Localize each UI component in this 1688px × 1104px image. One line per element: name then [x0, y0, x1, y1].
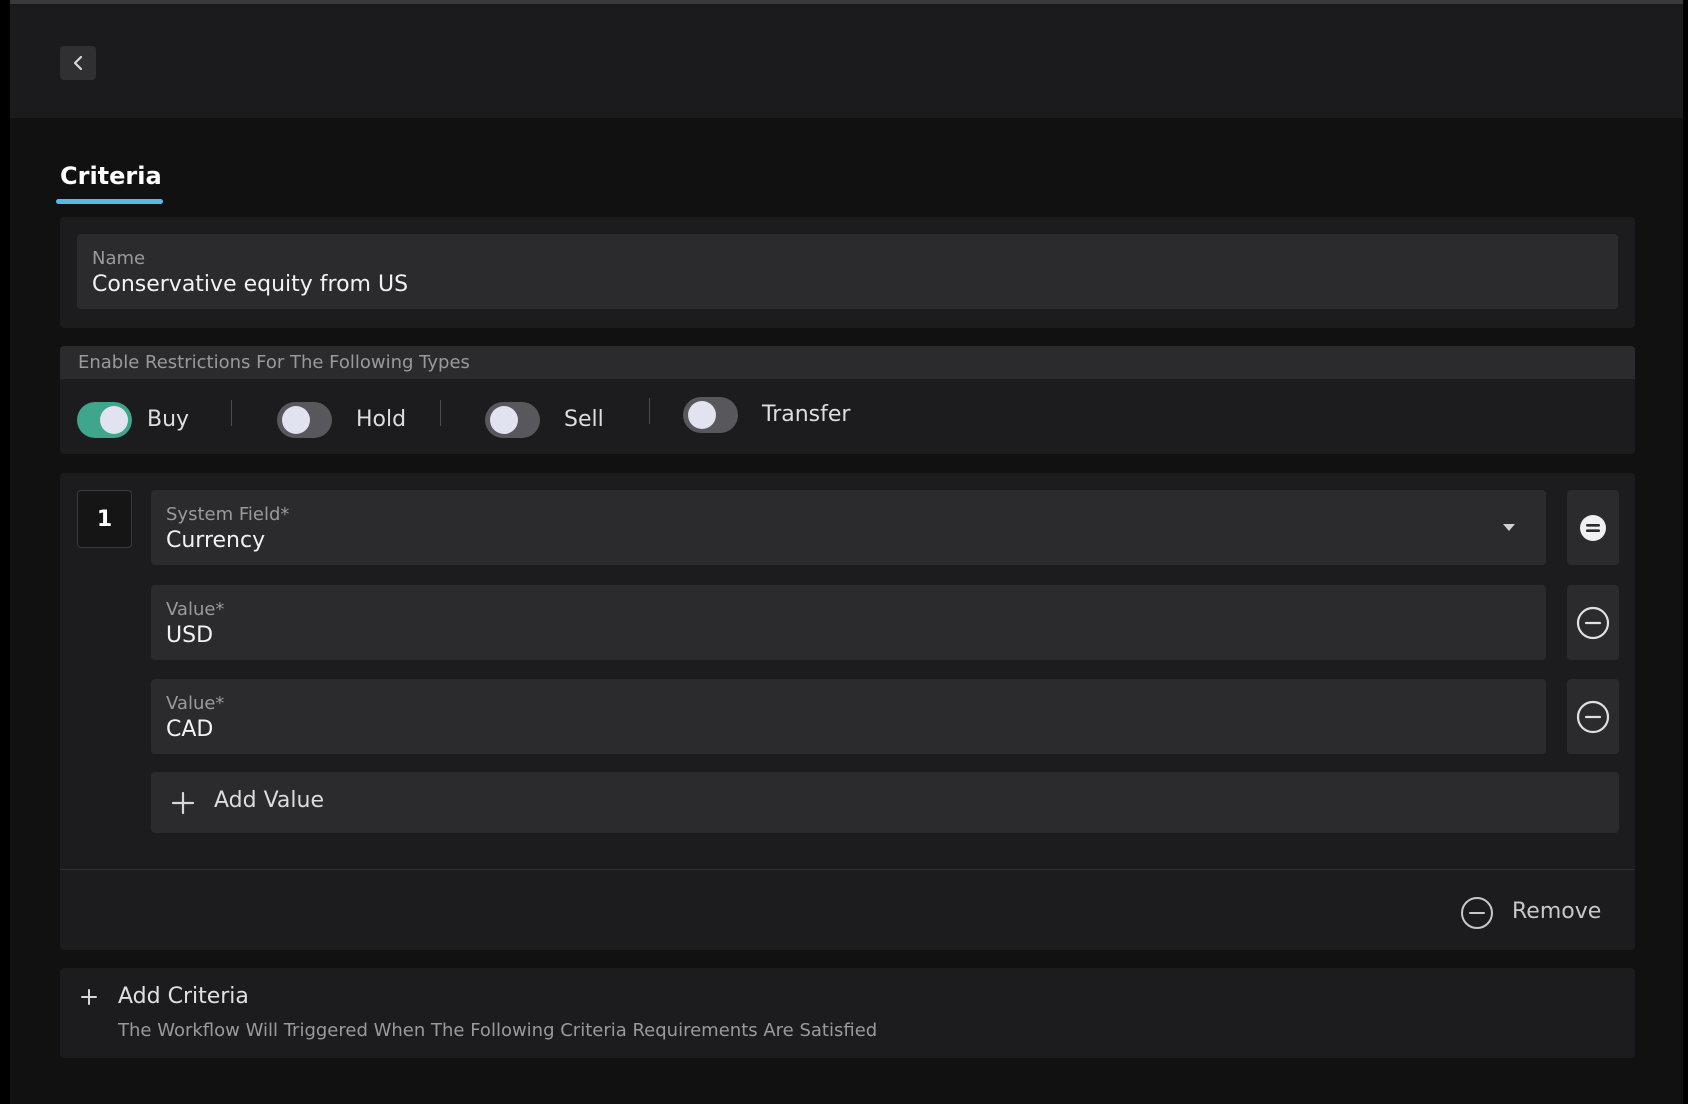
chevron-left-icon [73, 55, 83, 71]
minus-circle-icon [1576, 606, 1610, 639]
add-value-button[interactable]: Add Value [151, 772, 1619, 833]
restrictions-heading-bar: Enable Restrictions For The Following Ty… [60, 346, 1635, 379]
value-field-label: Value* [166, 599, 225, 620]
system-field-value: Currency [166, 528, 266, 553]
restrictions-panel: Enable Restrictions For The Following Ty… [60, 346, 1635, 454]
add-criteria-label: Add Criteria [118, 984, 249, 1009]
caret-down-icon [1503, 524, 1515, 531]
toggle-sell[interactable] [485, 402, 540, 438]
criteria-panel: 1 System Field* Currency Value* USD Valu… [60, 473, 1635, 950]
name-field[interactable]: Name Conservative equity from US [77, 234, 1618, 309]
tab-active-indicator [56, 199, 163, 204]
system-field-label: System Field* [166, 504, 290, 525]
toggle-knob [282, 406, 310, 434]
name-panel: Name Conservative equity from US [60, 217, 1635, 328]
tab-criteria[interactable]: Criteria [60, 162, 162, 190]
toggle-knob [490, 406, 518, 434]
name-field-value: Conservative equity from US [92, 272, 409, 297]
value-field-label: Value* [166, 693, 225, 714]
add-criteria-button[interactable]: Add Criteria The Workflow Will Triggered… [60, 968, 1635, 1058]
criteria-divider [60, 869, 1635, 870]
toggle-sell-label: Sell [564, 407, 604, 432]
app-window: Criteria Name Conservative equity from U… [10, 0, 1683, 1104]
criteria-index: 1 [77, 490, 132, 548]
toggle-divider [649, 398, 650, 424]
toggle-divider [231, 400, 232, 426]
remove-value-button[interactable] [1567, 585, 1619, 660]
toggle-divider [440, 400, 441, 426]
toggle-knob [688, 401, 716, 429]
back-button[interactable] [60, 46, 96, 80]
criteria-operator-button[interactable] [1567, 490, 1619, 565]
minus-circle-icon [1576, 700, 1610, 733]
value-field-cad[interactable]: Value* CAD [151, 679, 1546, 754]
add-criteria-description: The Workflow Will Triggered When The Fol… [118, 1020, 878, 1041]
name-field-label: Name [92, 248, 146, 269]
toggle-buy[interactable] [77, 402, 132, 438]
value-field-value: USD [166, 623, 214, 648]
toggle-knob [100, 406, 128, 434]
toggle-transfer[interactable] [683, 397, 738, 433]
equals-circle-icon [1580, 514, 1606, 541]
minus-circle-icon [1461, 897, 1493, 929]
remove-value-button[interactable] [1567, 679, 1619, 754]
value-field-usd[interactable]: Value* USD [151, 585, 1546, 660]
system-field-select[interactable]: System Field* Currency [151, 490, 1546, 565]
value-field-value: CAD [166, 717, 214, 742]
toggle-hold-label: Hold [356, 407, 407, 432]
remove-criteria-label: Remove [1512, 899, 1602, 924]
top-bar [10, 4, 1683, 118]
plus-icon [171, 791, 195, 815]
plus-icon [81, 989, 97, 1005]
add-value-label: Add Value [214, 788, 324, 813]
toggle-hold[interactable] [277, 402, 332, 438]
toggle-buy-label: Buy [147, 407, 190, 432]
toggle-transfer-label: Transfer [762, 402, 851, 427]
restrictions-heading: Enable Restrictions For The Following Ty… [78, 352, 470, 373]
